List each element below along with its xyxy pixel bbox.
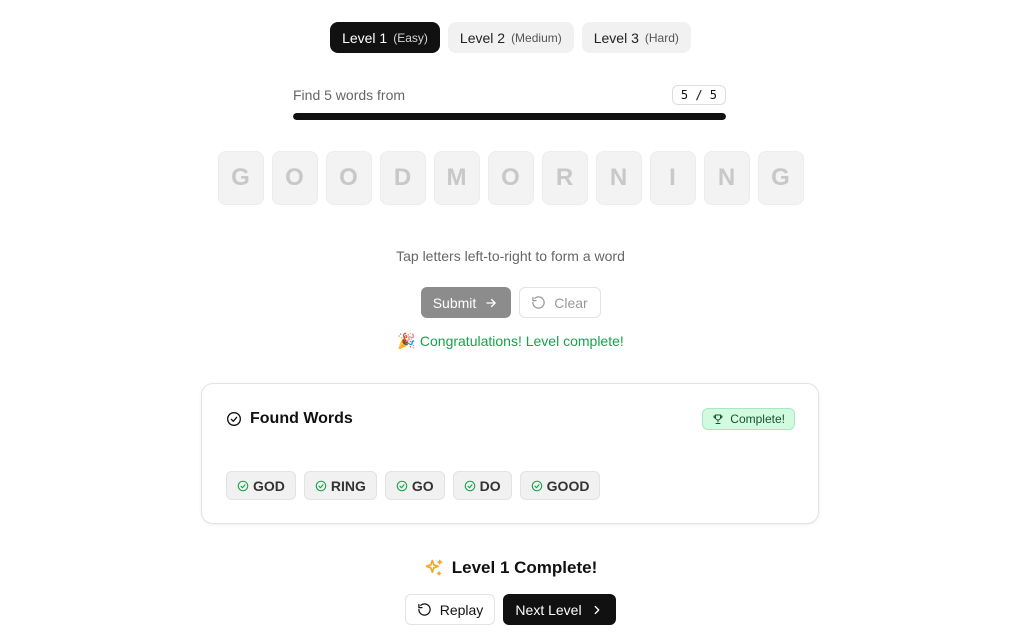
rotate-ccw-icon — [417, 602, 432, 617]
word-actions: Submit Clear — [0, 287, 1021, 318]
found-word-text: DO — [479, 477, 501, 494]
found-word-chip: DO — [452, 471, 512, 500]
letter-tile[interactable]: D — [379, 151, 426, 205]
found-words-list: GOD RING GO DO GOOD — [226, 471, 601, 500]
trophy-icon — [712, 413, 724, 425]
found-word-chip: GO — [384, 471, 445, 500]
level-actions: Replay Next Level — [0, 594, 1021, 625]
tab-difficulty: (Medium) — [511, 30, 562, 45]
found-word-text: RING — [330, 477, 366, 494]
letter-tile[interactable]: G — [217, 151, 264, 205]
party-popper-icon: 🎉 — [397, 333, 416, 350]
found-word-text: GOD — [253, 477, 285, 494]
progress-fill — [293, 113, 726, 120]
level-tabs: Level 1 (Easy) Level 2 (Medium) Level 3 … — [0, 22, 1021, 53]
check-circle-icon — [226, 411, 242, 427]
progress-label: Find 5 words from — [293, 87, 406, 103]
letter-tile[interactable]: N — [703, 151, 750, 205]
found-word-chip: RING — [303, 471, 377, 500]
found-words-header: Found Words — [226, 410, 353, 428]
tab-difficulty: (Hard) — [644, 30, 679, 45]
tab-label: Level 2 — [459, 29, 506, 46]
next-level-label: Next Level — [515, 601, 582, 618]
clear-label: Clear — [554, 294, 588, 311]
tab-label: Level 3 — [593, 29, 639, 46]
tab-label: Level 1 — [342, 29, 388, 46]
submit-label: Submit — [432, 294, 477, 311]
replay-button[interactable]: Replay — [405, 594, 495, 625]
next-level-button[interactable]: Next Level — [503, 594, 616, 625]
check-circle-icon — [531, 480, 543, 492]
found-words-card: Found Words Complete! GOD RING GO DO GOO… — [201, 383, 819, 524]
found-word-text: GOOD — [546, 477, 590, 494]
found-words-title: Found Words — [250, 410, 353, 427]
rotate-ccw-icon — [531, 295, 546, 310]
letter-tile[interactable]: M — [433, 151, 480, 205]
check-circle-icon — [237, 480, 249, 492]
found-word-text: GO — [411, 477, 434, 494]
congrats-text: Congratulations! Level complete! — [419, 333, 624, 349]
level-complete-title: Level 1 Complete! — [451, 558, 598, 577]
check-circle-icon — [315, 480, 327, 492]
chevron-right-icon — [590, 603, 604, 617]
found-word-chip: GOOD — [519, 471, 601, 500]
arrow-right-icon — [484, 296, 498, 310]
tab-level-2[interactable]: Level 2 (Medium) — [447, 22, 574, 53]
tab-level-3[interactable]: Level 3 (Hard) — [581, 22, 691, 53]
letter-tile[interactable]: O — [325, 151, 372, 205]
badge-label: Complete! — [730, 412, 785, 426]
letter-tile[interactable]: N — [595, 151, 642, 205]
letter-tile[interactable]: G — [757, 151, 804, 205]
clear-button[interactable]: Clear — [518, 287, 601, 318]
progress: Find 5 words from 5 / 5 — [293, 84, 726, 120]
progress-track — [293, 113, 726, 120]
progress-header: Find 5 words from 5 / 5 — [293, 84, 726, 106]
letter-tile[interactable]: I — [649, 151, 696, 205]
submit-button[interactable]: Submit — [420, 287, 511, 318]
check-circle-icon — [464, 480, 476, 492]
letter-tile[interactable]: O — [487, 151, 534, 205]
tab-difficulty: (Easy) — [393, 30, 428, 45]
replay-label: Replay — [439, 601, 484, 618]
instruction-text: Tap letters left-to-right to form a word — [396, 248, 625, 264]
check-circle-icon — [396, 480, 408, 492]
sparkles-icon — [424, 558, 444, 578]
letter-tile[interactable]: R — [541, 151, 588, 205]
letter-tiles: G O O D M O R N I N G — [0, 151, 1021, 205]
tab-level-1[interactable]: Level 1 (Easy) — [330, 22, 440, 53]
letter-tile[interactable]: O — [271, 151, 318, 205]
congrats-message: 🎉 Congratulations! Level complete! — [0, 332, 1021, 350]
complete-badge: Complete! — [702, 408, 795, 430]
level-complete-heading: Level 1 Complete! — [0, 558, 1021, 578]
found-word-chip: GOD — [226, 471, 296, 500]
progress-count: 5 / 5 — [671, 85, 726, 105]
